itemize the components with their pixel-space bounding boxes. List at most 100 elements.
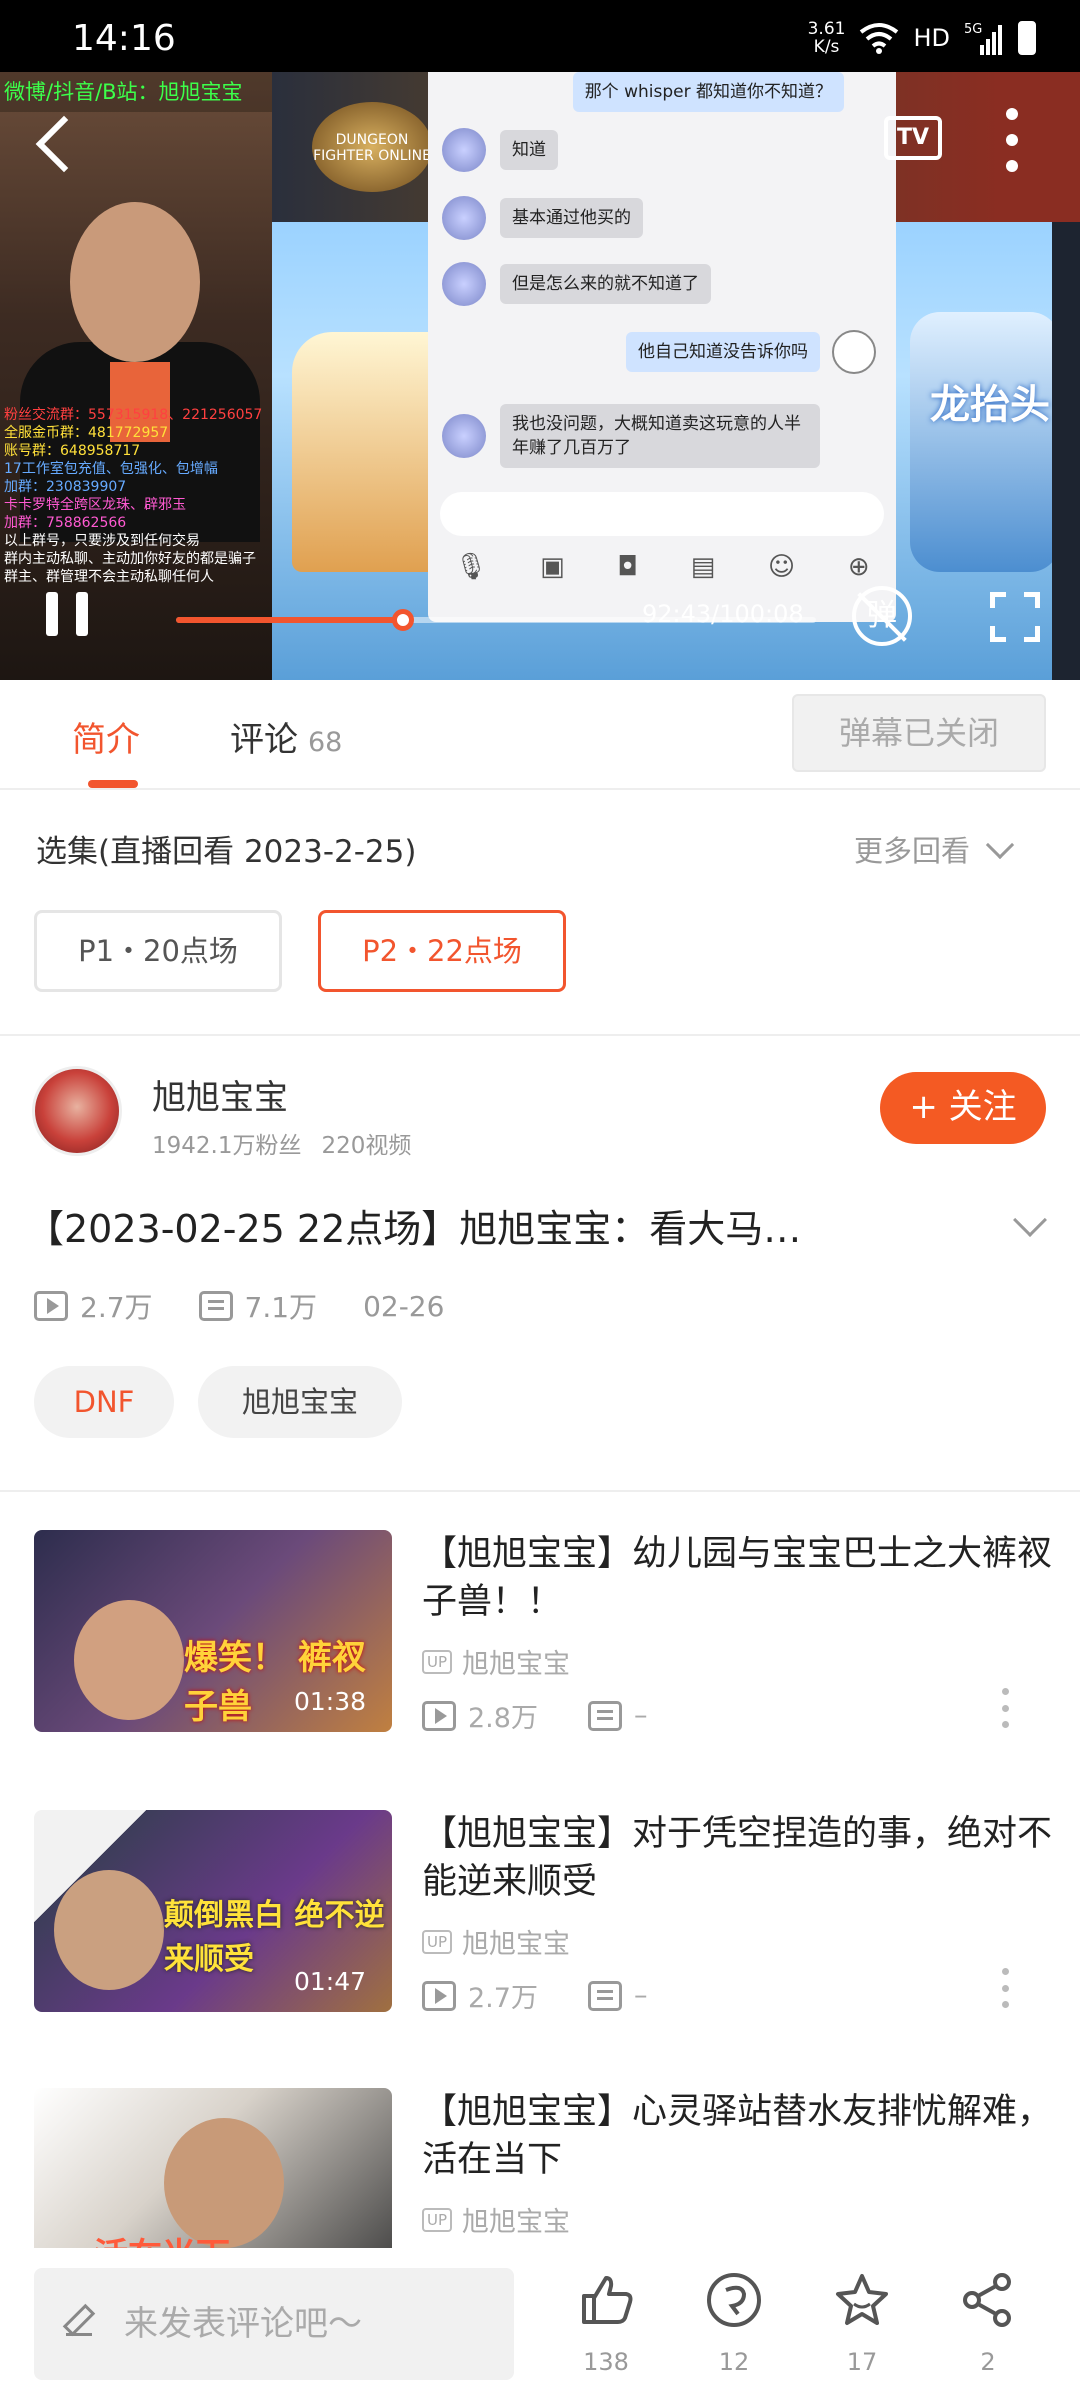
related-video-item[interactable]: 爆笑！ 裤衩子兽 01:38 【旭旭宝宝】幼儿园与宝宝巴士之大裤衩子兽！！ UP… [0,1530,1080,1790]
chat-message: 那个 whisper 都知道你不知道？ [572,72,856,112]
tv-cast-icon[interactable]: TV [884,116,942,160]
danmaku-toggle-icon[interactable]: 弹 [852,586,912,646]
svg-text:5G: 5G [964,22,982,37]
overlay-line: 群内主动私聊、主动加你好友的都是骗子 [4,551,256,567]
comment-placeholder: 来发表评论吧～ [124,2304,362,2344]
share-button[interactable]: 2 [948,2270,1028,2376]
related-uploader: UP 旭旭宝宝 [422,1642,570,1681]
uploader-avatar[interactable] [32,1066,122,1156]
more-replays-button[interactable]: 更多回看 [854,828,1015,870]
related-plays: 2.7万 [468,1983,538,2014]
streamer-head [70,202,200,362]
overlay-line: 卡卡罗特全跨区龙珠、辟邪玉 [4,497,186,513]
thumb-text: 颠倒黑白 绝不逆来顺受 [164,1898,385,1977]
content-tabs: 简介 评论 68 弹幕已关闭 [0,680,1080,790]
hd-indicator: HD [913,24,950,52]
mic-icon: 🎙 [454,552,488,582]
fullscreen-icon[interactable] [990,592,1040,642]
related-plays: 2.8万 [468,1703,538,1734]
thumb-face [54,1870,164,1990]
overlay-line: 17工作室包充值、包强化、包增幅 [4,461,218,477]
thumb-text: 活在当下 [94,2228,230,2248]
webcam-feed: 微博/抖音/B站：旭旭宝宝 粉丝交流群：557315918、221256057 … [0,72,272,680]
video-title: 【2023-02-25 22点场】旭旭宝宝：看大马… [26,1207,802,1251]
comment-count: 68 [308,727,343,758]
game-building-right [910,312,1060,572]
danmaku-count-icon [587,1980,622,2011]
uploader-name[interactable]: 旭旭宝宝 [152,1070,288,1119]
more-replays-label: 更多回看 [854,834,971,868]
related-danmaku: – [633,1980,648,2011]
related-title: 【旭旭宝宝】对于凭空捏造的事，绝对不能逆来顺受 [422,1814,1053,1902]
related-stats: 2.8万 – [422,1696,647,1735]
thumbs-up-icon [582,2276,633,2324]
chat-bubble: 他自己知道没告诉你吗 [626,332,820,372]
chat-avatar [442,128,486,172]
play-count-icon [34,1291,68,1321]
tab-intro[interactable]: 简介 [72,712,140,761]
danmaku-closed-button[interactable]: 弹幕已关闭 [792,694,1046,772]
video-duration: 01:38 [293,1687,366,1716]
related-uploader: UP 旭旭宝宝 [422,2200,570,2239]
comment-input[interactable]: 来发表评论吧～ [34,2268,514,2380]
tag-dnf[interactable]: DNF [34,1366,174,1438]
signal-icon: 5G [964,22,1002,55]
related-title: 【旭旭宝宝】幼儿园与宝宝巴士之大裤衩子兽！！ [422,1534,1053,1622]
chat-bubble: 知道 [500,130,558,170]
chat-avatar [442,196,486,240]
pause-icon[interactable] [46,592,88,636]
tag-uploader[interactable]: 旭旭宝宝 [198,1366,402,1438]
status-icons: 3.61 K/s HD 5G [808,20,1036,56]
more-options-icon[interactable] [1002,1688,1010,1728]
danmaku-count: 7.1万 [244,1291,318,1324]
danmaku-count-icon [198,1291,233,1321]
tab-comments[interactable]: 评论 68 [230,712,342,761]
overlay-banner: 微博/抖音/B站：旭旭宝宝 [0,72,272,112]
uploader-fans: 1942.1万粉丝 [152,1133,302,1159]
overlay-line: 粉丝交流群：557315918、221256057 [4,407,263,423]
overlay-line: 全服金币群：481772957 [4,425,169,441]
chat-avatar [442,262,486,306]
wifi-icon [860,23,899,54]
coin-icon [707,2273,761,2327]
related-video-item[interactable]: 活在当下 【旭旭宝宝】心灵驿站替水友排忧解难，活在当下 UP 旭旭宝宝 [0,2088,1080,2248]
chat-bubble: 基本通过他买的 [500,198,643,238]
progress-fill [176,617,404,623]
overlay-line: 加群：758862566 [4,515,127,531]
camera-icon: ◘ [617,552,638,582]
related-video-item[interactable]: 颠倒黑白 绝不逆来顺受 01:47 【旭旭宝宝】对于凭空捏造的事，绝对不能逆来顺… [0,1810,1080,2070]
play-count-icon [422,1980,456,2011]
divider [0,1034,1080,1036]
chat-message: 我也没问题，大概知道卖这玩意的人半年赚了几百万了 [442,404,820,468]
favorite-button[interactable]: 17 [822,2270,902,2376]
more-options-icon[interactable] [1004,108,1020,172]
video-player[interactable]: 微博/抖音/B站：旭旭宝宝 粉丝交流群：557315918、221256057 … [0,72,1080,680]
episode-p2[interactable]: P2・22点场 [318,910,566,992]
pencil-icon [66,2310,92,2336]
coin-count: 12 [718,2348,750,2376]
uploader-videos: 220视频 [321,1133,412,1159]
chat-message: 他自己知道没告诉你吗 [626,330,876,374]
chat-bubble: 我也没问题，大概知道卖这玩意的人半年赚了几百万了 [500,404,820,468]
related-stats: 2.7万 – [422,1976,647,2015]
bottom-action-bar: 来发表评论吧～ 138 12 17 2 [0,2250,1080,2400]
overlay-line: 账号群：648958717 [4,443,141,459]
uploader-stats: 1942.1万粉丝 220视频 [152,1126,411,1160]
publish-date: 02-26 [363,1289,445,1323]
status-time: 14:16 [72,18,176,59]
related-title: 【旭旭宝宝】心灵驿站替水友排忧解难，活在当下 [422,2092,1053,2180]
chat-avatar [832,330,876,374]
coin-button[interactable]: 12 [694,2270,774,2376]
chat-message: 基本通过他买的 [442,196,643,240]
play-count-icon [422,1700,456,1731]
expand-chevron-icon[interactable] [1013,1203,1047,1237]
follow-button[interactable]: + 关注 [880,1072,1046,1144]
like-button[interactable]: 138 [566,2270,646,2376]
episode-p1[interactable]: P1・20点场 [34,910,282,992]
more-options-icon[interactable] [1002,1968,1010,2008]
overlay-line: 加群：230839907 [4,479,127,495]
favorite-count: 17 [846,2348,878,2376]
video-duration: 01:47 [293,1967,366,1996]
folder-icon: ▤ [690,552,716,582]
status-bar: 14:16 3.61 K/s HD 5G [0,0,1080,72]
